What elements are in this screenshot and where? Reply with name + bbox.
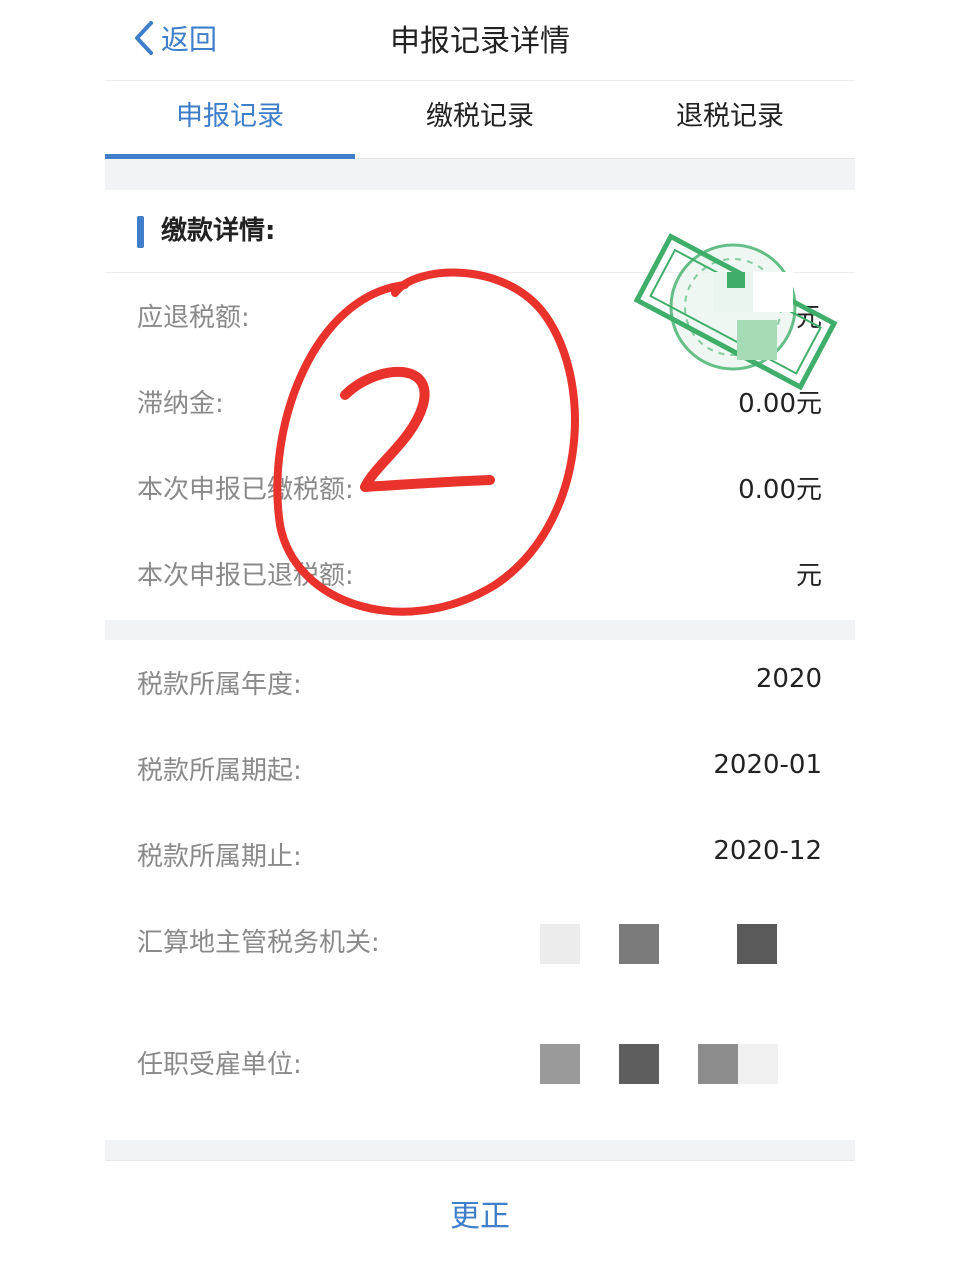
redaction-mosaic (737, 924, 777, 964)
row-tax-year: 税款所属年度: 2020 (105, 642, 855, 728)
tab-payment-records[interactable]: 缴税记录 (355, 82, 605, 158)
section-gap (105, 159, 855, 190)
row-value: 元 (795, 561, 822, 591)
red-circle-annotation (273, 268, 579, 616)
redaction-mosaic (619, 924, 659, 964)
redaction-mosaic (738, 1044, 778, 1084)
page-title: 申报记录详情 (390, 24, 570, 59)
row-employer: 任职受雇单位: (105, 1022, 855, 1132)
section-accent-bar (137, 216, 144, 248)
tab-refund-records[interactable]: 退税记录 (605, 82, 855, 158)
redaction-mosaic (619, 1044, 659, 1084)
row-label: 应退税额: (137, 303, 250, 333)
row-period-start: 税款所属期起: 2020-01 (105, 728, 855, 814)
bottom-bar: 更正 (105, 1160, 855, 1281)
redaction-mosaic (540, 924, 580, 964)
row-label: 税款所属期止: (137, 842, 302, 872)
tab-declaration-records[interactable]: 申报记录 (105, 82, 355, 159)
tab-bar: 申报记录 缴税记录 退税记录 (105, 82, 855, 159)
row-value: 2020 (755, 664, 822, 694)
row-label: 任职受雇单位: (137, 1050, 302, 1080)
row-tax-authority: 汇算地主管税务机关: (105, 900, 855, 1010)
redaction-mosaic (540, 1044, 580, 1084)
stamp-icon (633, 233, 838, 391)
correct-button[interactable]: 更正 (105, 1191, 855, 1235)
row-label: 税款所属年度: (137, 670, 302, 700)
section-gap (105, 1140, 855, 1160)
row-label: 滞纳金: (137, 389, 224, 419)
row-label: 税款所属期起: (137, 756, 302, 786)
row-value: 2020-01 (713, 750, 822, 780)
row-value: 2020-12 (713, 836, 822, 866)
app-screen: 返回 申报记录详情 申报记录 缴税记录 退税记录 缴款详情: 应退税额: 元 滞… (105, 0, 855, 1281)
nav-header: 返回 申报记录详情 (105, 0, 855, 81)
redaction-mosaic (698, 1044, 738, 1084)
row-value: 0.00元 (738, 475, 822, 505)
section-title: 缴款详情: (161, 216, 276, 246)
row-label: 汇算地主管税务机关: (137, 928, 380, 958)
row-period-end: 税款所属期止: 2020-12 (105, 814, 855, 900)
